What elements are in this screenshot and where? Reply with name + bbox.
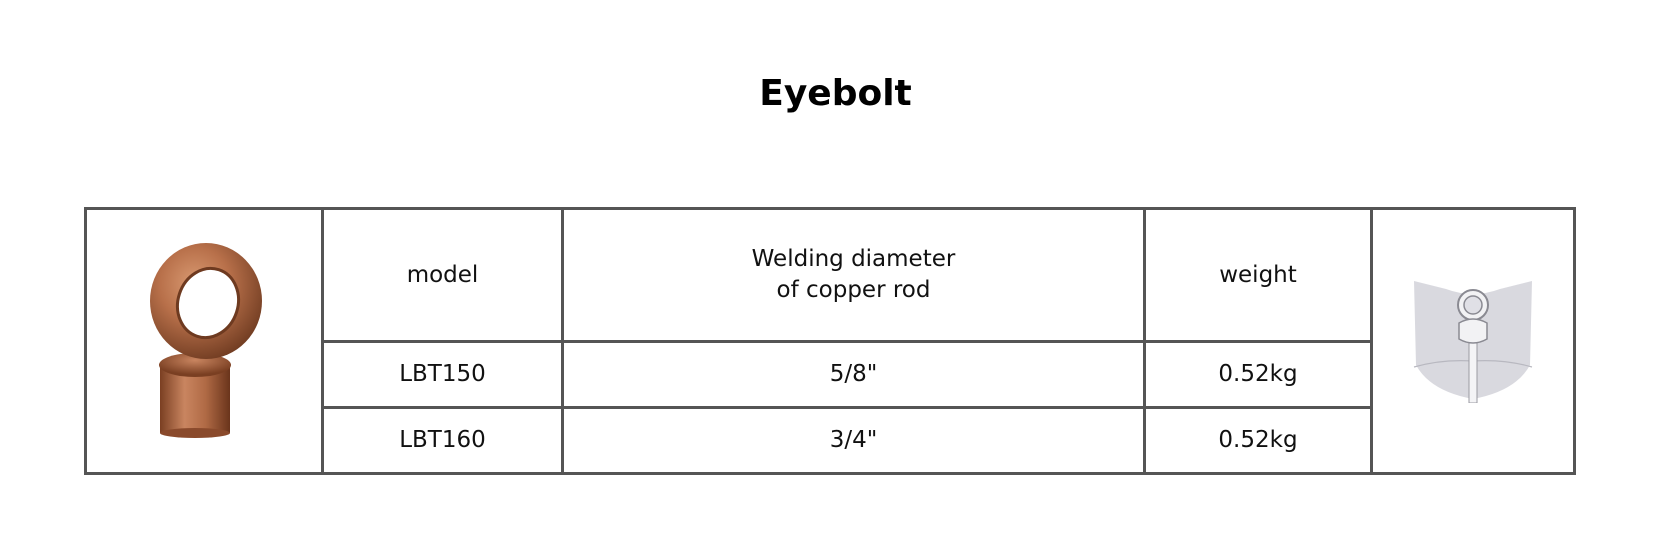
page-title: Eyebolt [759, 73, 912, 114]
cell-diameter: 5/8" [561, 340, 1146, 410]
cell-diameter: 3/4" [561, 406, 1146, 475]
header-weight: weight [1143, 206, 1373, 344]
table-header-row: model Welding diameter of copper rod wei… [84, 206, 1576, 475]
cell-model: LBT150 [321, 340, 564, 410]
product-image-cell [84, 207, 324, 475]
spec-table: model Welding diameter of copper rod wei… [84, 206, 1576, 475]
header-diameter: Welding diameter of copper rod [561, 206, 1146, 344]
diagram-image-cell [1370, 207, 1576, 475]
cell-weight: 0.52kg [1143, 406, 1373, 475]
installation-diagram [1413, 281, 1533, 403]
header-model: model [321, 206, 564, 344]
eyebolt-photo [150, 243, 262, 438]
cell-weight: 0.52kg [1143, 340, 1373, 410]
cell-model: LBT160 [321, 406, 564, 475]
